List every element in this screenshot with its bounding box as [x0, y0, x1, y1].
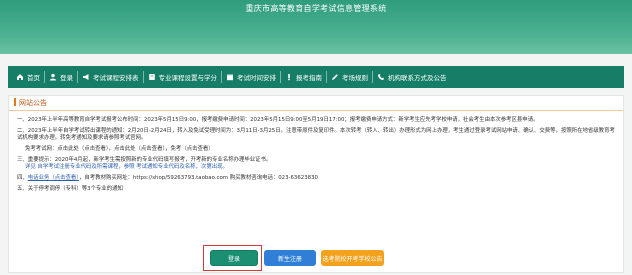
main-nav: 首页 登录 考试课程安排表 专业课程设置与学分 考试时间安排 报考指南 考场规则…	[8, 66, 624, 88]
college-notice-button[interactable]: 选考院校开考学校公告	[321, 250, 384, 266]
info-icon	[285, 73, 293, 81]
login-button[interactable]: 登录	[210, 250, 258, 266]
notice-number: 一、	[17, 117, 28, 123]
notice-text: ，自考教材购买网址：https://shop/59263793.taobao.c…	[79, 175, 318, 181]
notice-link[interactable]: 电话业务（点击查看）	[28, 175, 79, 181]
phone-icon	[377, 73, 385, 81]
notice-text: 2023年上半年自学考试转出课程的通知：2月20日-2月24日，转入及免试受理时…	[17, 128, 615, 141]
notice-number: 五、	[17, 186, 28, 192]
nav-item-label: 专业课程设置与学分	[158, 74, 218, 82]
notice-item[interactable]: 一、2023年上半年高等教育自学考试报考公布时间：2023年5月15日9:00，…	[17, 117, 615, 124]
notice-item[interactable]: 三、重要提示：2020年4月起，新学考生需按照新的专业代码填写报考，开考新的专业…	[17, 157, 615, 171]
nav-item-label: 登录	[60, 74, 73, 82]
notice-number: 二、	[17, 128, 28, 134]
nav-item-exam-plan[interactable]: 考试课程安排表	[78, 66, 143, 88]
notice-number: 四、	[17, 175, 28, 181]
nav-item-guide[interactable]: 报考指南	[281, 66, 326, 88]
nav-item-label: 机构联系方式及公告	[388, 74, 447, 82]
nav-item-rules[interactable]: 考场规则	[327, 66, 372, 88]
header-banner: 重庆市高等教育自学考试信息管理系统	[0, 0, 632, 54]
nav-item-label: 首页	[27, 74, 40, 82]
calendar-icon	[226, 73, 234, 81]
nav-item-home[interactable]: 首页	[12, 66, 44, 88]
nav-item-contact[interactable]: 机构联系方式及公告	[373, 66, 451, 88]
panel-title: 网站公告	[9, 96, 623, 111]
nav-item-schedule[interactable]: 考试时间安排	[222, 66, 280, 88]
announcement-panel: 网站公告 一、2023年上半年高等教育自学考试报考公布时间：2023年5月15日…	[8, 95, 624, 273]
book-icon	[148, 73, 156, 81]
notice-links-row[interactable]: 免考考试网：点击此处（点击查看），点击此处（点击查看），免考（点击查看）	[17, 146, 615, 153]
nav-item-label: 考场规则	[342, 74, 368, 82]
user-icon	[49, 73, 57, 81]
notice-number: 三、	[17, 157, 28, 163]
nav-item-login[interactable]: 登录	[45, 66, 77, 88]
notice-list: 一、2023年上半年高等教育自学考试报考公布时间：2023年5月15日9:00，…	[9, 111, 623, 193]
nav-item-label: 考试课程安排表	[93, 74, 139, 82]
megaphone-icon	[82, 73, 90, 81]
nav-item-label: 考试时间安排	[237, 74, 276, 82]
nav-item-label: 报考指南	[296, 74, 322, 82]
page-body: 首页 登录 考试课程安排表 专业课程设置与学分 考试时间安排 报考指南 考场规则…	[0, 54, 632, 275]
notice-item[interactable]: 二、2023年上半年自学考试转出课程的通知：2月20日-2月24日，转入及免试受…	[17, 128, 615, 142]
notice-text: 免考考试网：点击此处（点击查看），点击此处（点击查看），免考（点击查看）	[25, 146, 214, 152]
pencil-icon	[331, 73, 339, 81]
notice-text: 重要提示：2020年4月起，新学考生需按照新的专业代码填写报考，开考新的专业名称…	[27, 157, 272, 163]
home-icon	[16, 73, 24, 81]
notice-item: 四、电话业务（点击查看），自考教材购买网址：https://shop/59263…	[17, 175, 615, 182]
notice-item[interactable]: 五、关于停考调停（专科）等3个专业的通知	[17, 186, 615, 193]
notice-text: 2023年上半年高等教育自学考试报考公布时间：2023年5月15日9:00，报考…	[27, 117, 539, 123]
notice-subtext: 详见 自学考试注册专业代码及所需课程，参照 考试通知专业代码及名称，次第出现。	[25, 164, 228, 170]
nav-item-majors[interactable]: 专业课程设置与学分	[144, 66, 222, 88]
register-button[interactable]: 新生注册	[264, 250, 316, 266]
notice-text: 关于停考调停（专科）等3个专业的通知	[27, 186, 123, 192]
site-title: 重庆市高等教育自学考试信息管理系统	[245, 4, 387, 13]
